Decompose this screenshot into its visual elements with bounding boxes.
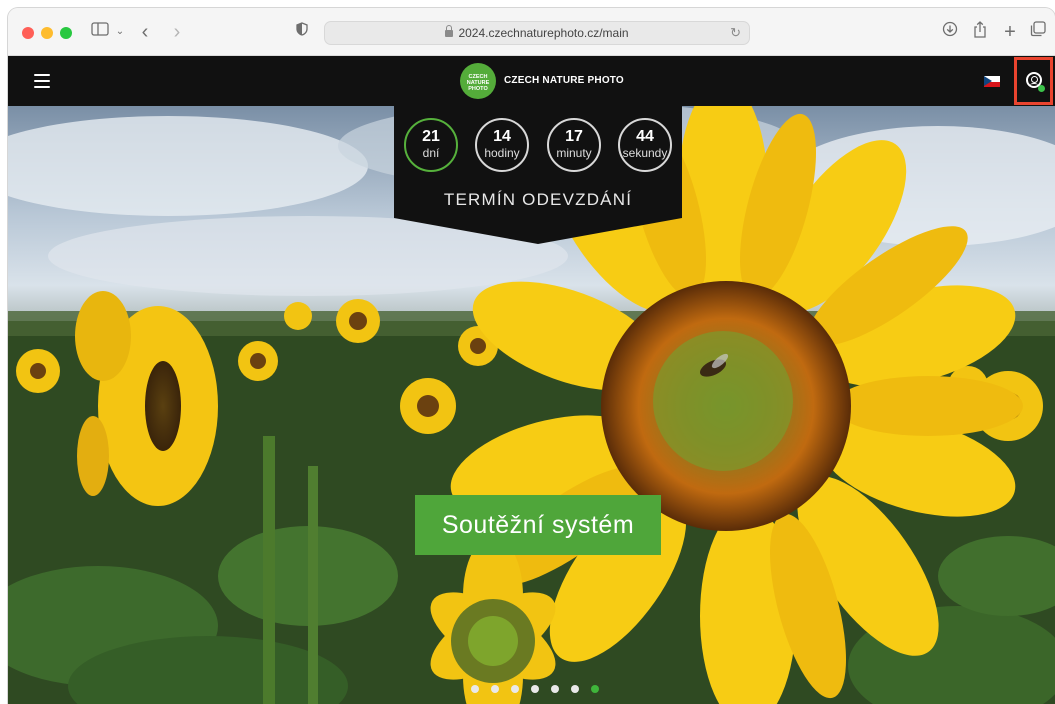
- chevron-down-icon[interactable]: ⌄: [114, 21, 126, 43]
- zoom-window-button[interactable]: [60, 27, 72, 39]
- slide-dot-1[interactable]: [471, 685, 479, 693]
- slide-dot-3[interactable]: [511, 685, 519, 693]
- countdown-minutes: 17 minuty: [547, 118, 601, 172]
- countdown-minutes-value: 17: [565, 128, 583, 145]
- czech-flag-icon[interactable]: [984, 76, 1000, 87]
- site-navbar: CZECH NATURE PHOTO CZECH NATURE PHOTO: [8, 56, 1055, 106]
- online-status-dot: [1038, 85, 1045, 92]
- countdown-hours-label: hodiny: [484, 146, 520, 160]
- privacy-shield-icon[interactable]: [294, 21, 310, 43]
- countdown-minutes-label: minuty: [556, 146, 592, 160]
- slide-dot-7[interactable]: [591, 685, 599, 693]
- reload-icon[interactable]: ↻: [730, 25, 741, 41]
- tab-overview-icon[interactable]: [1030, 21, 1046, 43]
- competition-system-button[interactable]: Soutěžní systém: [415, 495, 661, 555]
- countdown-hours-value: 14: [493, 128, 511, 145]
- close-window-button[interactable]: [22, 27, 34, 39]
- sidebar-icon[interactable]: [90, 21, 110, 43]
- user-account-button[interactable]: [1014, 57, 1053, 105]
- url-text: 2024.czechnaturephoto.cz/main: [458, 26, 629, 40]
- countdown-seconds-value: 44: [636, 128, 654, 145]
- countdown-seconds-label: sekundy: [622, 146, 668, 160]
- countdown-seconds: 44 sekundy: [618, 118, 672, 172]
- slide-dot-5[interactable]: [551, 685, 559, 693]
- countdown-days-value: 21: [422, 128, 440, 145]
- minimize-window-button[interactable]: [41, 27, 53, 39]
- lock-icon: [445, 25, 454, 37]
- site-logo[interactable]: CZECH NATURE PHOTO: [460, 63, 496, 99]
- slide-dot-2[interactable]: [491, 685, 499, 693]
- address-bar[interactable]: 2024.czechnaturephoto.cz/main ↻: [324, 21, 750, 45]
- menu-icon[interactable]: [34, 74, 50, 88]
- site-logo-text[interactable]: CZECH NATURE PHOTO: [504, 75, 624, 86]
- forward-icon[interactable]: ›: [170, 21, 184, 43]
- browser-toolbar: ⌄ ‹ › 2024.czechnaturephoto.cz/main ↻ +: [8, 8, 1055, 56]
- back-icon[interactable]: ‹: [138, 21, 152, 43]
- slide-dot-6[interactable]: [571, 685, 579, 693]
- new-tab-icon[interactable]: +: [1002, 21, 1018, 43]
- countdown-title: TERMÍN ODEVZDÁNÍ: [443, 190, 633, 209]
- download-icon[interactable]: [942, 21, 958, 43]
- slide-dot-4[interactable]: [531, 685, 539, 693]
- deadline-countdown: 21 dní 14 hodiny 17 minuty 44 sekundy TE…: [394, 106, 682, 244]
- browser-window: ⌄ ‹ › 2024.czechnaturephoto.cz/main ↻ + …: [8, 8, 1055, 704]
- share-icon[interactable]: [972, 21, 988, 43]
- countdown-days-label: dní: [422, 146, 440, 160]
- countdown-hours: 14 hodiny: [475, 118, 529, 172]
- countdown-days: 21 dní: [404, 118, 458, 172]
